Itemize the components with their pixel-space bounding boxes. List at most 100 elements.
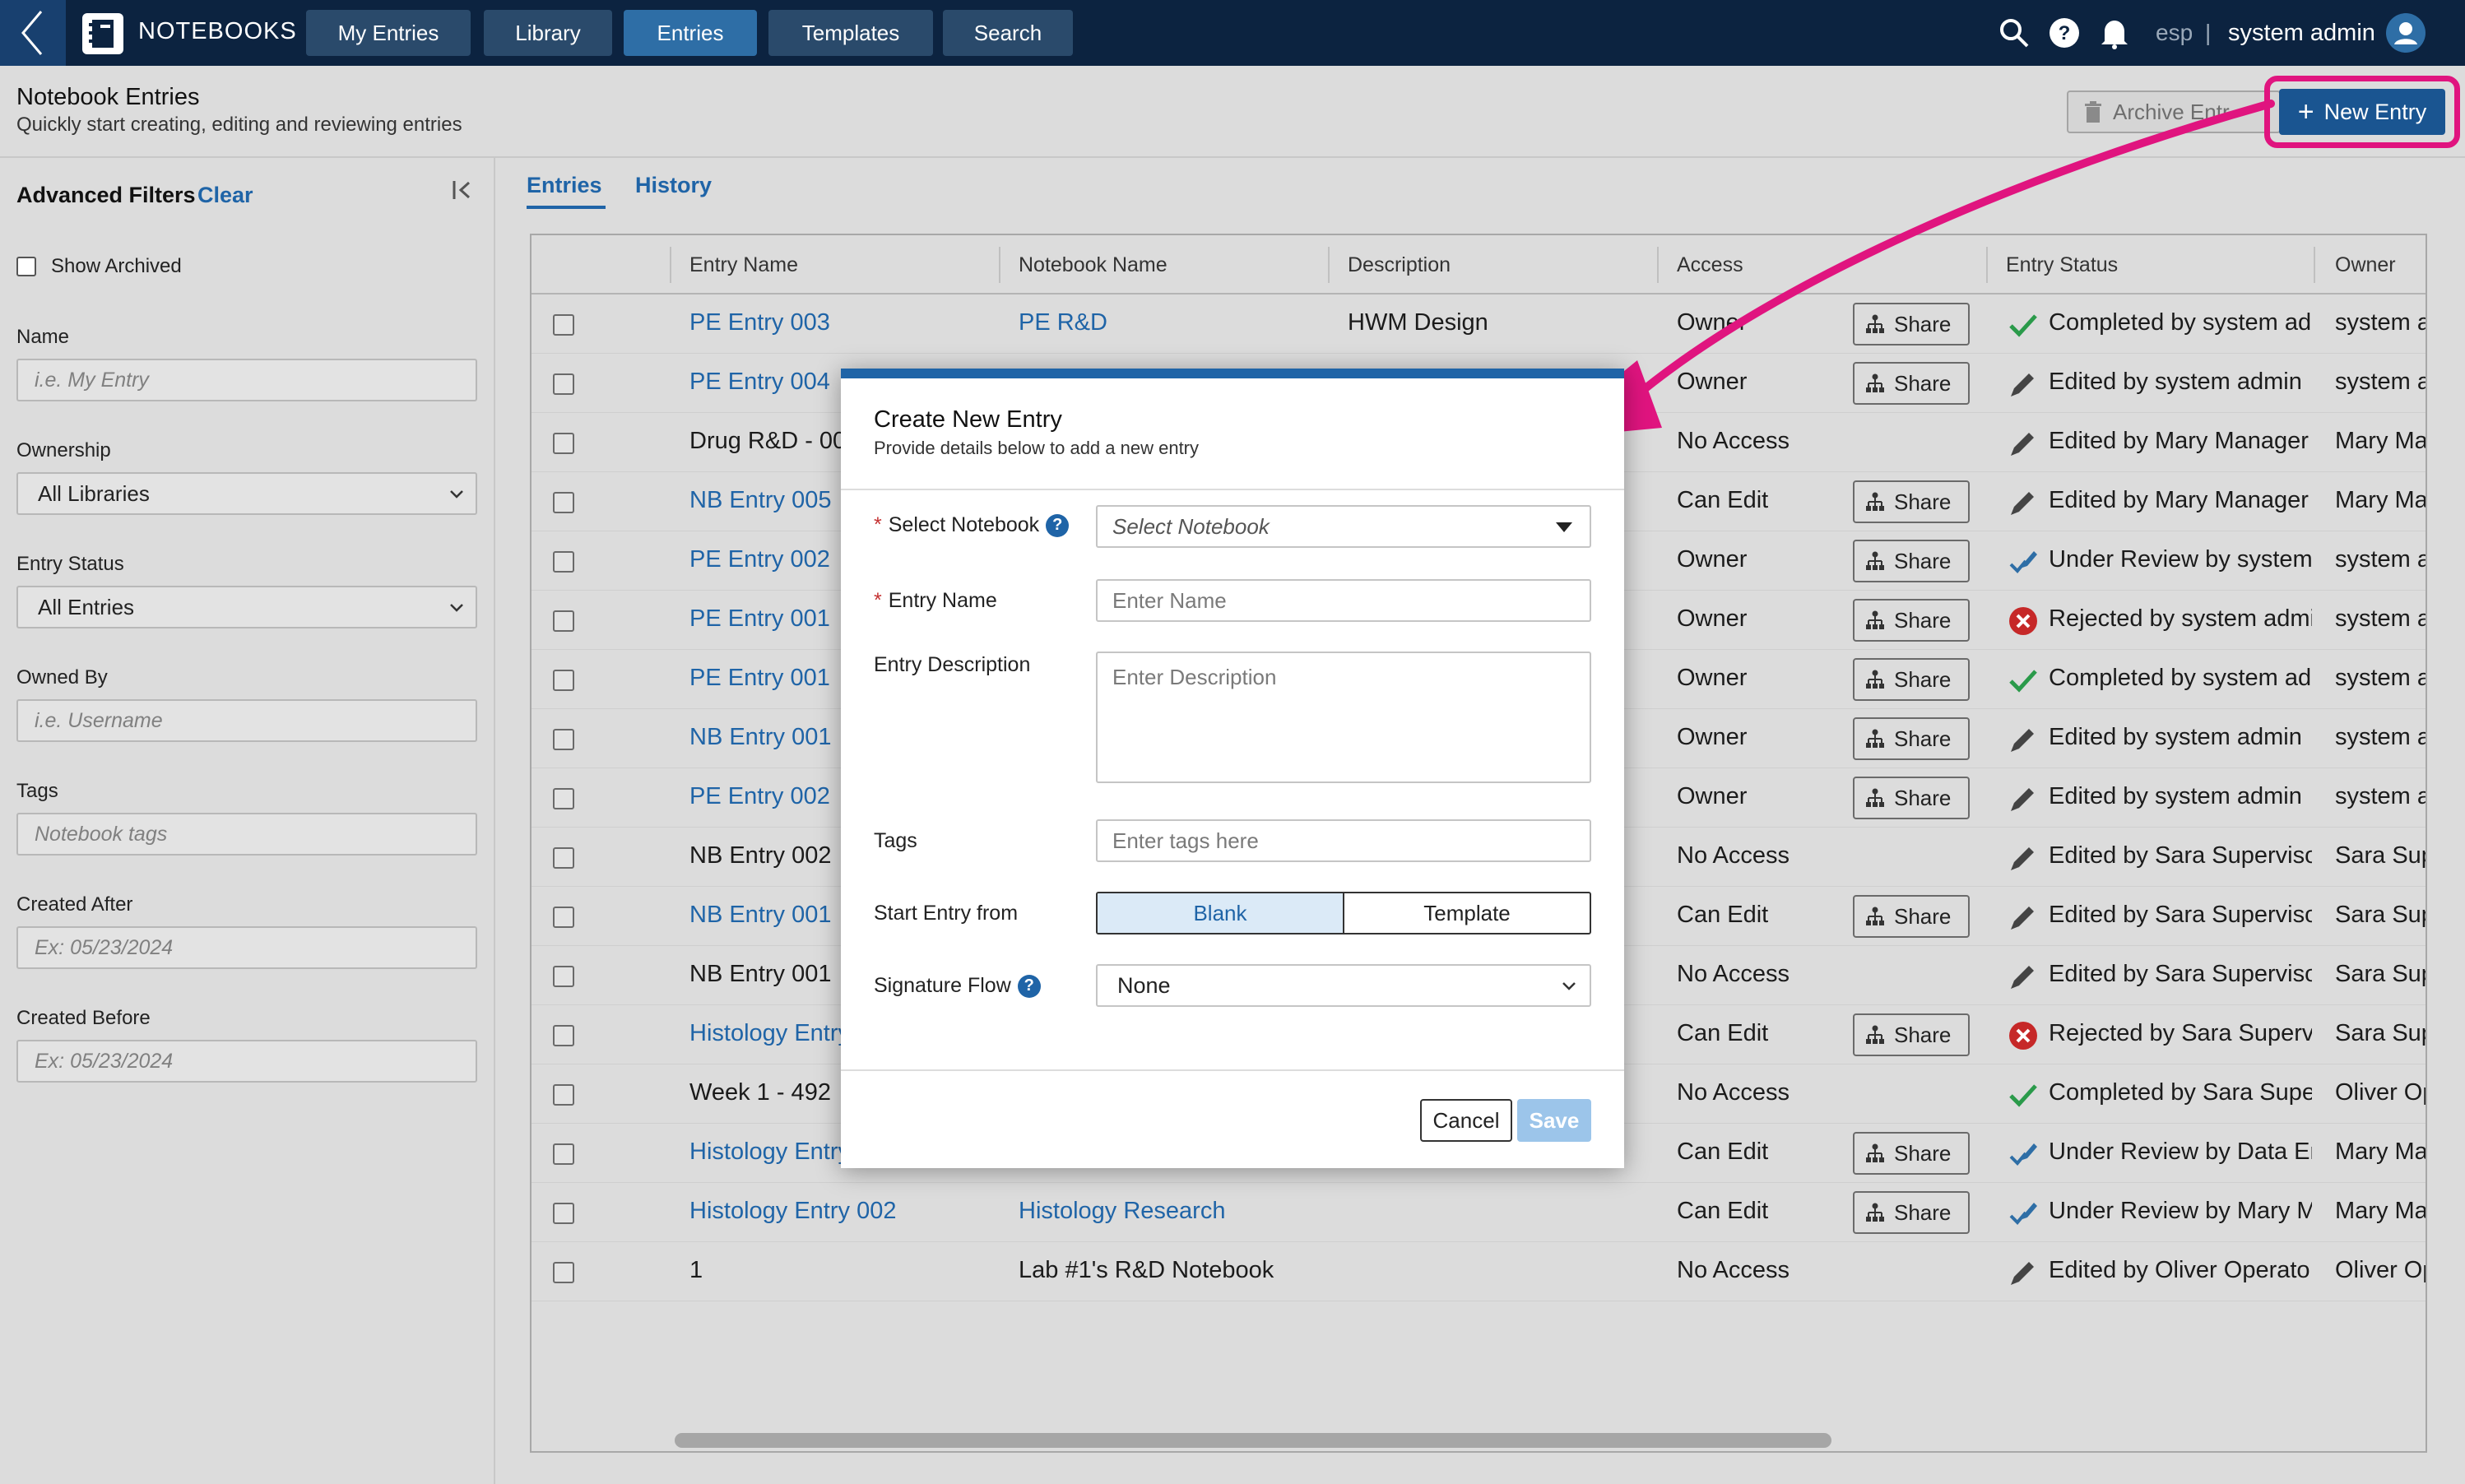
entry-status-value: All Entries: [38, 594, 135, 619]
row-checkbox[interactable]: [553, 492, 574, 513]
column-header-description[interactable]: Description: [1348, 253, 1451, 277]
column-header-access[interactable]: Access: [1677, 253, 1743, 277]
entry-name-cell[interactable]: NB Entry 001: [689, 724, 831, 751]
row-checkbox[interactable]: [553, 1084, 574, 1106]
row-checkbox[interactable]: [553, 907, 574, 928]
row-checkbox[interactable]: [553, 610, 574, 632]
entry-name-cell[interactable]: PE Entry 004: [689, 369, 830, 396]
share-button[interactable]: Share: [1853, 1013, 1970, 1056]
tags-filter-input[interactable]: Notebook tags: [16, 813, 477, 856]
row-checkbox[interactable]: [553, 1143, 574, 1165]
tags-input[interactable]: Enter tags here: [1096, 819, 1591, 862]
select-notebook-dropdown[interactable]: Select Notebook: [1096, 505, 1591, 548]
share-button[interactable]: Share: [1853, 717, 1970, 760]
help-icon[interactable]: ?: [2049, 0, 2080, 66]
cancel-button[interactable]: Cancel: [1420, 1099, 1512, 1142]
share-label: Share: [1894, 489, 1952, 514]
row-checkbox[interactable]: [553, 1025, 574, 1046]
share-button[interactable]: Share: [1853, 1132, 1970, 1175]
entry-status-cell: Under Review by Data En: [2049, 1139, 2312, 1165]
entry-status-select[interactable]: All Entries: [16, 586, 477, 628]
row-checkbox[interactable]: [553, 1262, 574, 1283]
share-button[interactable]: Share: [1853, 303, 1970, 345]
nav-my-entries[interactable]: My Entries: [306, 10, 471, 56]
show-archived-checkbox[interactable]: [16, 257, 36, 276]
notebook-name-cell[interactable]: Histology Research: [1019, 1198, 1225, 1225]
entry-name-cell[interactable]: Histology Entry: [689, 1020, 850, 1047]
entry-name-cell[interactable]: NB Entry 005: [689, 487, 831, 514]
table-row[interactable]: Histology Entry 002 Histology Research Can…: [532, 1183, 2426, 1242]
nav-entries[interactable]: Entries: [624, 10, 757, 56]
help-icon[interactable]: ?: [1046, 513, 1070, 537]
column-header-owner[interactable]: Owner: [2335, 253, 2396, 277]
table-row[interactable]: 1 Lab #1's R&D Notebook No Access Edited by…: [532, 1242, 2426, 1301]
user-avatar-icon[interactable]: [2386, 0, 2426, 66]
signature-flow-select[interactable]: None: [1096, 964, 1591, 1007]
access-cell: Can Edit: [1677, 1198, 1769, 1224]
share-button[interactable]: Share: [1853, 480, 1970, 523]
nav-search[interactable]: Search: [943, 10, 1073, 56]
entry-name-input[interactable]: Enter Name: [1096, 579, 1591, 622]
nav-templates[interactable]: Templates: [768, 10, 933, 56]
ownership-select[interactable]: All Libraries: [16, 472, 477, 515]
row-checkbox[interactable]: [553, 433, 574, 454]
share-button[interactable]: Share: [1853, 777, 1970, 819]
entry-name-cell[interactable]: PE Entry 003: [689, 309, 830, 336]
entry-name-cell[interactable]: PE Entry 001: [689, 605, 830, 633]
clear-filters-link[interactable]: Clear: [197, 183, 253, 208]
entry-name-cell[interactable]: PE Entry 001: [689, 665, 830, 692]
archive-entries-button[interactable]: Archive Entr: [2067, 90, 2281, 133]
share-button[interactable]: Share: [1853, 540, 1970, 582]
entry-name-cell[interactable]: PE Entry 002: [689, 783, 830, 810]
locale-label[interactable]: esp: [2156, 0, 2193, 66]
row-checkbox[interactable]: [553, 1203, 574, 1224]
entry-name-cell[interactable]: NB Entry 001: [689, 902, 831, 929]
entry-description-textarea[interactable]: Enter Description: [1096, 652, 1591, 783]
bell-icon[interactable]: [2100, 0, 2129, 66]
created-before-input[interactable]: Ex: 05/23/2024: [16, 1040, 477, 1083]
share-button[interactable]: Share: [1853, 362, 1970, 405]
owner-cell: system a: [2335, 665, 2427, 691]
row-checkbox[interactable]: [553, 551, 574, 573]
row-checkbox[interactable]: [553, 670, 574, 691]
row-checkbox[interactable]: [553, 729, 574, 750]
table-row[interactable]: PE Entry 003 PE R&D HWM Design Owner Share Co…: [532, 294, 2426, 354]
row-checkbox[interactable]: [553, 373, 574, 395]
tab-history[interactable]: History: [635, 173, 712, 198]
nav-library[interactable]: Library: [484, 10, 612, 56]
start-template-option[interactable]: Template: [1344, 893, 1590, 933]
back-button[interactable]: [0, 0, 66, 66]
row-checkbox[interactable]: [553, 314, 574, 336]
help-icon[interactable]: ?: [1017, 974, 1041, 998]
notebook-name-cell[interactable]: PE R&D: [1019, 309, 1107, 336]
share-button[interactable]: Share: [1853, 658, 1970, 701]
collapse-panel-icon[interactable]: [451, 178, 476, 209]
entry-name-cell[interactable]: PE Entry 002: [689, 546, 830, 573]
start-entry-toggle: Blank Template: [1096, 892, 1591, 934]
tab-entries[interactable]: Entries: [527, 173, 602, 198]
column-header-entry-status[interactable]: Entry Status: [2006, 253, 2118, 277]
column-header-entry-name[interactable]: Entry Name: [689, 253, 798, 277]
start-blank-option[interactable]: Blank: [1098, 893, 1344, 933]
share-button[interactable]: Share: [1853, 599, 1970, 642]
share-button[interactable]: Share: [1853, 895, 1970, 938]
horizontal-scrollbar[interactable]: [675, 1433, 1831, 1448]
column-separator: [670, 247, 671, 283]
entry-name-cell[interactable]: Histology Entry 002: [689, 1198, 896, 1225]
row-checkbox[interactable]: [553, 847, 574, 869]
entry-name-cell[interactable]: Histology Entry: [689, 1139, 850, 1166]
share-label: Share: [1894, 311, 1952, 336]
save-button[interactable]: Save: [1517, 1099, 1591, 1142]
user-name[interactable]: system admin: [2228, 0, 2375, 66]
dialog-subtitle: Provide details below to add a new entry: [874, 438, 1200, 458]
share-button[interactable]: Share: [1853, 1191, 1970, 1234]
owned-by-input[interactable]: i.e. Username: [16, 699, 477, 742]
review-check-icon: [2008, 1198, 2039, 1229]
search-icon[interactable]: [1998, 0, 2031, 66]
name-filter-input[interactable]: i.e. My Entry: [16, 359, 477, 401]
row-checkbox[interactable]: [553, 788, 574, 809]
row-checkbox[interactable]: [553, 966, 574, 987]
created-after-input[interactable]: Ex: 05/23/2024: [16, 926, 477, 969]
svg-text:?: ?: [2059, 22, 2071, 44]
column-header-notebook-name[interactable]: Notebook Name: [1019, 253, 1168, 277]
